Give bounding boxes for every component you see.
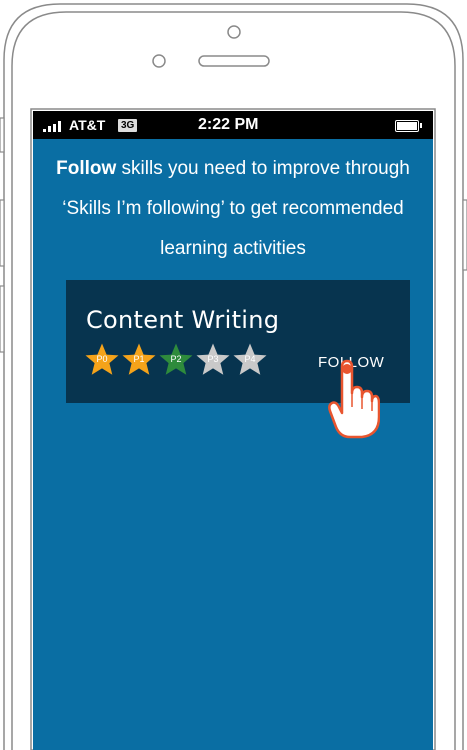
status-time: 2:22 PM <box>198 116 259 133</box>
network-badge: 3G <box>118 119 138 132</box>
star-icon-p4: P4 <box>232 342 268 378</box>
star-label: P0 <box>96 354 108 364</box>
tap-indicator <box>342 364 352 374</box>
proximity-sensor <box>152 54 166 68</box>
carrier-name: AT&T <box>69 117 106 133</box>
skill-title: Content Writing <box>86 306 280 334</box>
star-icon-p2: P2 <box>158 342 194 378</box>
app-screen: AT&T 3G 2:22 PM Follow skills you need t… <box>33 111 433 750</box>
battery-icon <box>395 120 422 132</box>
intro-text: Follow skills you need to improve throug… <box>53 149 413 269</box>
signal-strength-icon <box>43 121 61 132</box>
star-icon-p0: P0 <box>84 342 120 378</box>
star-icon-p3: P3 <box>195 342 231 378</box>
star-label: P2 <box>170 354 182 364</box>
star-icon-p1: P1 <box>121 342 157 378</box>
front-camera <box>227 25 241 39</box>
star-label: P4 <box>244 354 256 364</box>
star-label: P1 <box>133 354 145 364</box>
status-bar: AT&T 3G 2:22 PM <box>33 111 433 139</box>
star-label: P3 <box>207 354 219 364</box>
skill-rating: P0 P1 P2 P3 P4 <box>84 342 274 378</box>
speaker-grille <box>198 55 270 67</box>
intro-bold: Follow <box>56 158 117 179</box>
tap-hand-icon <box>328 359 380 439</box>
